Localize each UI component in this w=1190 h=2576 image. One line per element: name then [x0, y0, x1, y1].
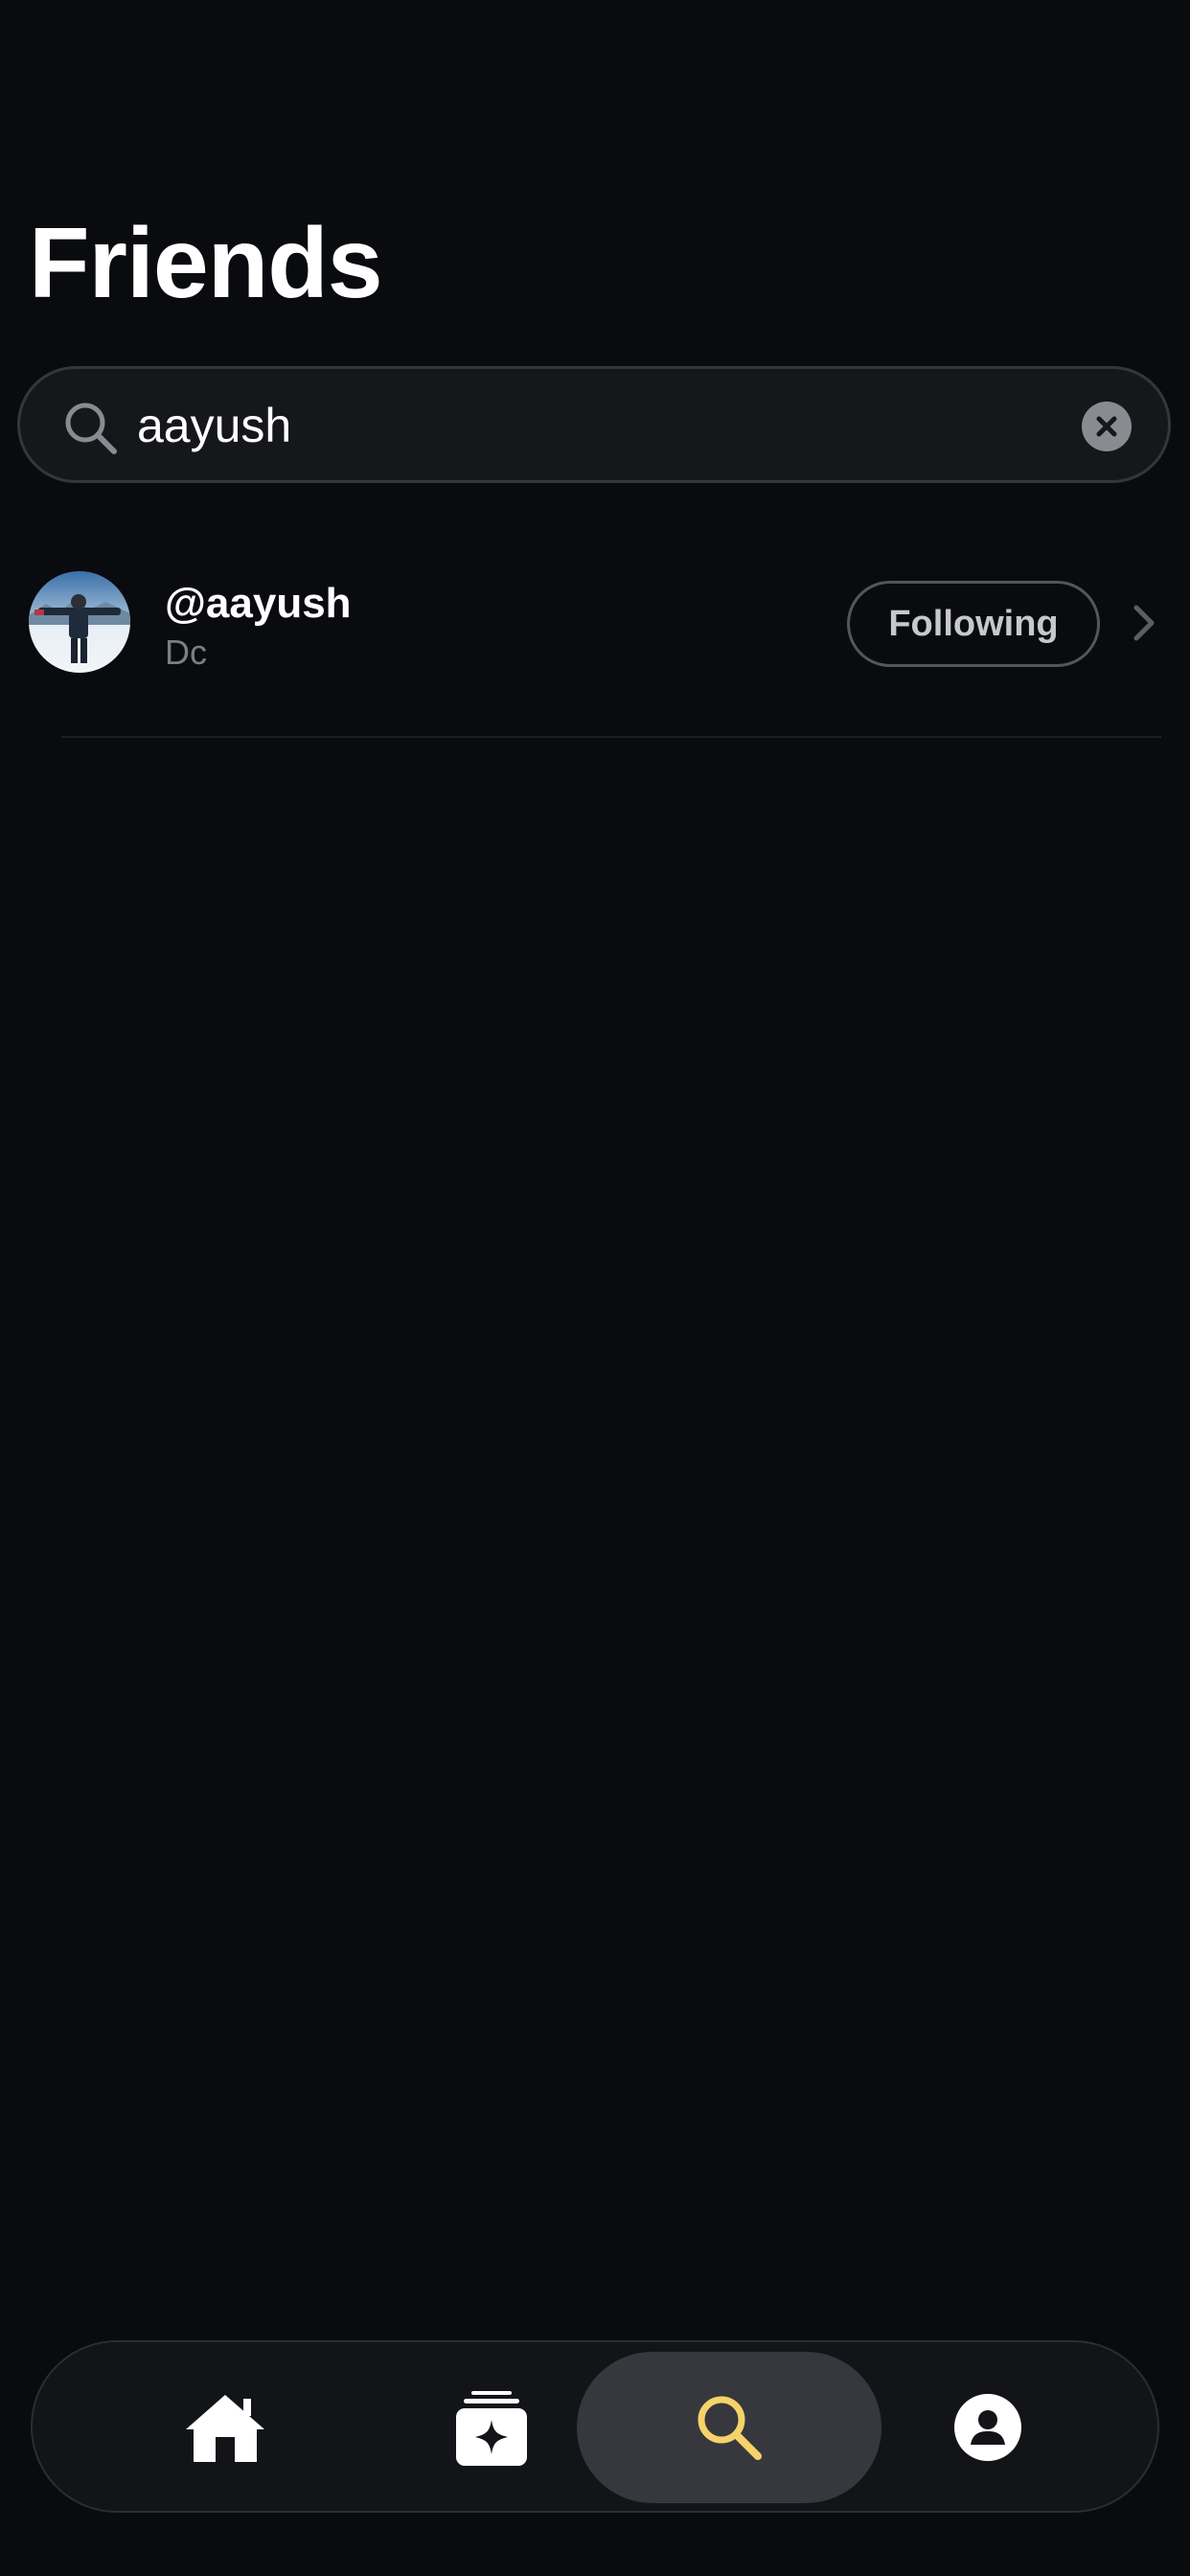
clear-search-button[interactable] [1082, 402, 1132, 451]
username: @aayush [165, 580, 352, 627]
clear-icon [1096, 416, 1117, 437]
display-name: Dc [165, 632, 207, 672]
search-input[interactable]: aayush [137, 392, 1076, 459]
search-icon [62, 400, 120, 457]
home-icon [186, 2395, 264, 2462]
divider [61, 736, 1161, 738]
tab-profile[interactable] [835, 2352, 1140, 2503]
chevron-right-icon[interactable] [1131, 602, 1157, 644]
tab-bar [31, 2340, 1159, 2513]
sparkle-stack-icon [456, 2391, 527, 2466]
following-button[interactable]: Following [847, 581, 1100, 667]
page-title: Friends [29, 208, 383, 319]
list-item[interactable]: @aayush Dc Following [0, 556, 1190, 738]
profile-icon [954, 2394, 1021, 2461]
friends-screen: Friends aayush @aayush Dc Following [0, 0, 1190, 2576]
tab-home[interactable] [73, 2352, 378, 2503]
search-icon [698, 2396, 762, 2460]
search-bar[interactable]: aayush [17, 366, 1171, 483]
avatar[interactable] [29, 571, 130, 673]
